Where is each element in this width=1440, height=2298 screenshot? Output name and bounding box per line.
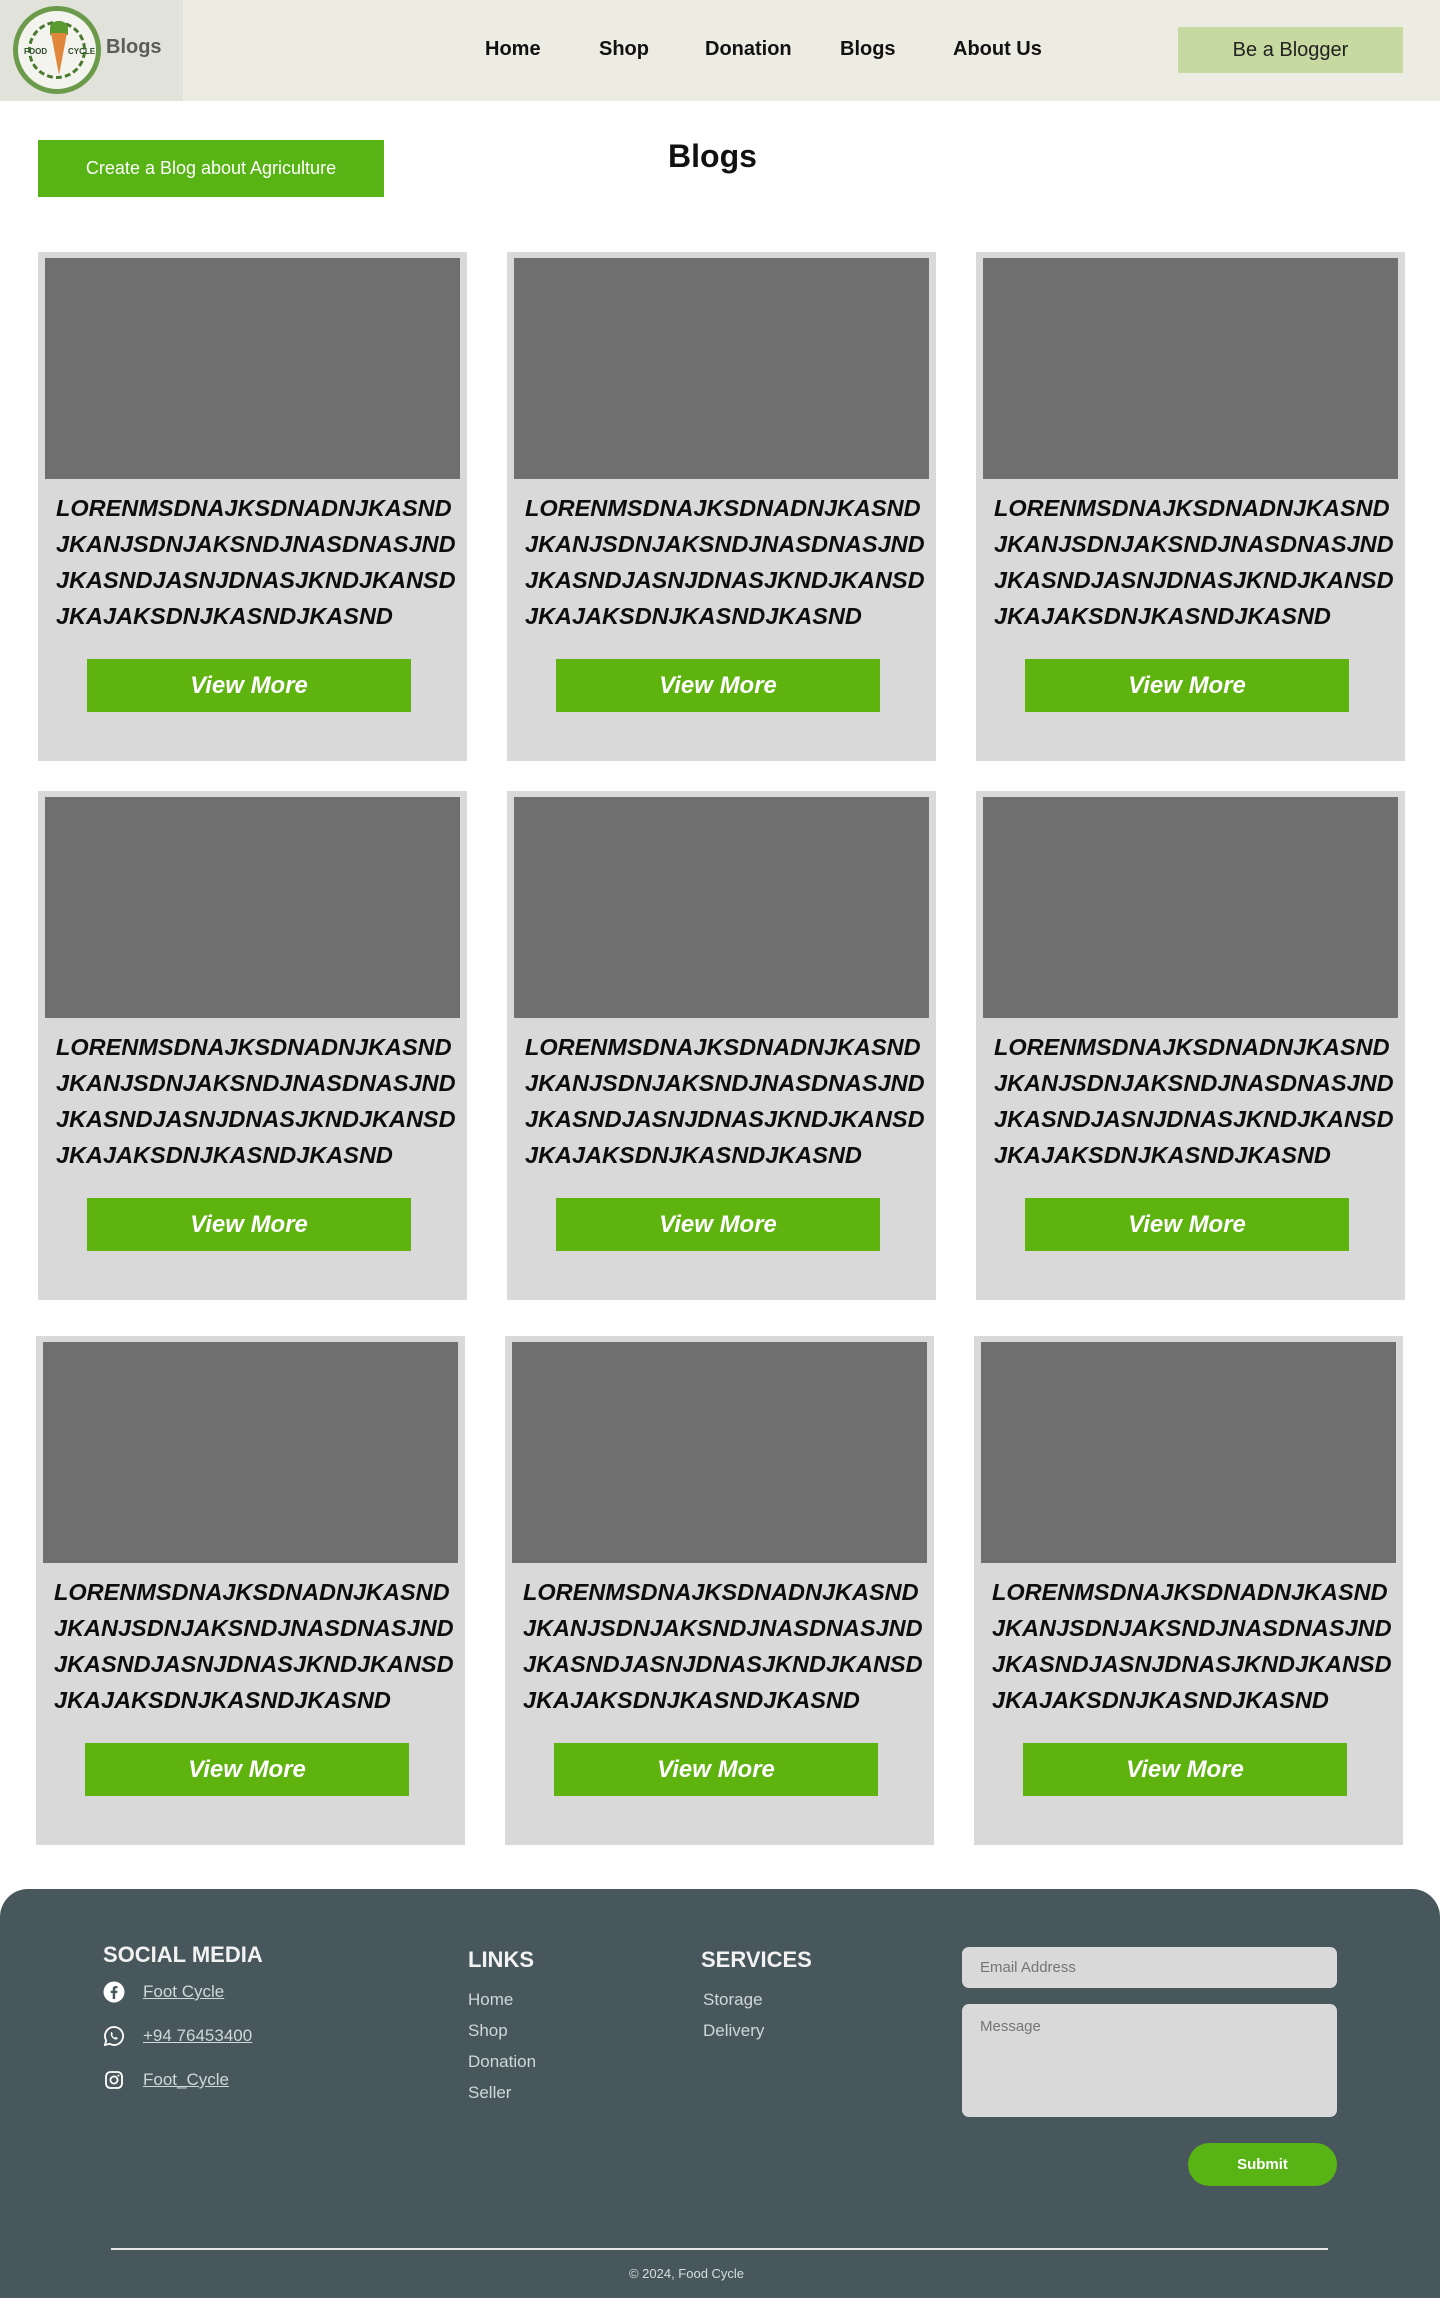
blog-image-placeholder	[45, 258, 460, 479]
social-whatsapp[interactable]: +94 76453400	[103, 2025, 252, 2047]
brand-name: Blogs	[106, 36, 162, 58]
view-more-button[interactable]: View More	[556, 659, 880, 712]
logo-area[interactable]: FOOD CYCLE Blogs	[0, 0, 183, 101]
blog-card: LORENMSDNAJKSDNADNJKASNDJKANJSDNJAKSNDJN…	[976, 252, 1405, 761]
blog-image-placeholder	[45, 797, 460, 1018]
blog-card: LORENMSDNAJKSDNADNJKASNDJKANJSDNJAKSNDJN…	[976, 791, 1405, 1300]
message-input[interactable]	[962, 2004, 1337, 2117]
blog-excerpt: LORENMSDNAJKSDNADNJKASNDJKANJSDNJAKSNDJN…	[994, 1034, 1394, 1168]
be-a-blogger-button[interactable]: Be a Blogger	[1178, 27, 1403, 73]
blog-excerpt: LORENMSDNAJKSDNADNJKASNDJKANJSDNJAKSNDJN…	[56, 1034, 456, 1168]
blog-card: LORENMSDNAJKSDNADNJKASNDJKANJSDNJAKSNDJN…	[505, 1336, 934, 1845]
view-more-button[interactable]: View More	[1025, 1198, 1349, 1251]
submit-button[interactable]: Submit	[1188, 2143, 1337, 2186]
copyright-text: © 2024, Food Cycle	[628, 2266, 745, 2281]
blog-image-placeholder	[983, 797, 1398, 1018]
footer-service-delivery[interactable]: Delivery	[703, 2021, 764, 2041]
footer-link-home[interactable]: Home	[468, 1990, 513, 2010]
blog-card: LORENMSDNAJKSDNADNJKASNDJKANJSDNJAKSNDJN…	[507, 252, 936, 761]
blog-card: LORENMSDNAJKSDNADNJKASNDJKANJSDNJAKSNDJN…	[38, 252, 467, 761]
top-nav-bar: FOOD CYCLE Blogs Home Shop Donation Blog…	[0, 0, 1440, 101]
nav-shop[interactable]: Shop	[599, 38, 649, 61]
footer-link-donation[interactable]: Donation	[468, 2052, 536, 2072]
blog-image-placeholder	[514, 258, 929, 479]
instagram-link[interactable]: Foot_Cycle	[143, 2070, 229, 2090]
blog-excerpt: LORENMSDNAJKSDNADNJKASNDJKANJSDNJAKSNDJN…	[525, 1034, 925, 1168]
nav-blogs[interactable]: Blogs	[840, 38, 896, 61]
blog-image-placeholder	[43, 1342, 458, 1563]
view-more-button[interactable]: View More	[87, 659, 411, 712]
logo-text-right: CYCLE	[68, 47, 96, 56]
blog-card: LORENMSDNAJKSDNADNJKASNDJKANJSDNJAKSNDJN…	[507, 791, 936, 1300]
view-more-button[interactable]: View More	[1025, 659, 1349, 712]
email-input[interactable]	[962, 1947, 1337, 1988]
page-title: Blogs	[668, 138, 757, 174]
social-instagram[interactable]: Foot_Cycle	[103, 2069, 229, 2091]
view-more-button[interactable]: View More	[556, 1198, 880, 1251]
footer-divider	[111, 2248, 1328, 2250]
social-facebook[interactable]: Foot Cycle	[103, 1981, 224, 2003]
page: FOOD CYCLE Blogs Home Shop Donation Blog…	[0, 0, 1440, 2298]
view-more-button[interactable]: View More	[554, 1743, 878, 1796]
blog-image-placeholder	[514, 797, 929, 1018]
whatsapp-link[interactable]: +94 76453400	[143, 2026, 252, 2046]
carrot-icon	[51, 33, 67, 75]
logo-text-left: FOOD	[24, 47, 48, 56]
nav-about-us[interactable]: About Us	[953, 38, 1042, 61]
footer: SOCIAL MEDIA Foot Cycle +94 76453400 Foo…	[0, 1889, 1440, 2298]
footer-link-seller[interactable]: Seller	[468, 2083, 511, 2103]
blog-image-placeholder	[983, 258, 1398, 479]
food-cycle-logo: FOOD CYCLE	[13, 6, 101, 94]
services-heading: SERVICES	[701, 1947, 812, 1972]
facebook-icon	[103, 1981, 125, 2003]
create-blog-button[interactable]: Create a Blog about Agriculture	[38, 140, 384, 197]
view-more-button[interactable]: View More	[87, 1198, 411, 1251]
whatsapp-icon	[103, 2025, 125, 2047]
facebook-link[interactable]: Foot Cycle	[143, 1982, 224, 2002]
blog-card: LORENMSDNAJKSDNADNJKASNDJKANJSDNJAKSNDJN…	[974, 1336, 1403, 1845]
blog-excerpt: LORENMSDNAJKSDNADNJKASNDJKANJSDNJAKSNDJN…	[523, 1579, 923, 1713]
nav-donation[interactable]: Donation	[705, 38, 792, 61]
blog-excerpt: LORENMSDNAJKSDNADNJKASNDJKANJSDNJAKSNDJN…	[992, 1579, 1392, 1713]
blog-image-placeholder	[981, 1342, 1396, 1563]
view-more-button[interactable]: View More	[85, 1743, 409, 1796]
blog-card: LORENMSDNAJKSDNADNJKASNDJKANJSDNJAKSNDJN…	[38, 791, 467, 1300]
nav-home[interactable]: Home	[485, 38, 541, 61]
blog-excerpt: LORENMSDNAJKSDNADNJKASNDJKANJSDNJAKSNDJN…	[525, 495, 925, 629]
social-media-heading: SOCIAL MEDIA	[103, 1942, 263, 1967]
footer-service-storage[interactable]: Storage	[703, 1990, 763, 2010]
footer-link-shop[interactable]: Shop	[468, 2021, 508, 2041]
view-more-button[interactable]: View More	[1023, 1743, 1347, 1796]
blog-excerpt: LORENMSDNAJKSDNADNJKASNDJKANJSDNJAKSNDJN…	[54, 1579, 454, 1713]
blog-excerpt: LORENMSDNAJKSDNADNJKASNDJKANJSDNJAKSNDJN…	[56, 495, 456, 629]
blog-image-placeholder	[512, 1342, 927, 1563]
blog-excerpt: LORENMSDNAJKSDNADNJKASNDJKANJSDNJAKSNDJN…	[994, 495, 1394, 629]
blog-card: LORENMSDNAJKSDNADNJKASNDJKANJSDNJAKSNDJN…	[36, 1336, 465, 1845]
instagram-icon	[103, 2069, 125, 2091]
links-heading: LINKS	[468, 1947, 534, 1972]
